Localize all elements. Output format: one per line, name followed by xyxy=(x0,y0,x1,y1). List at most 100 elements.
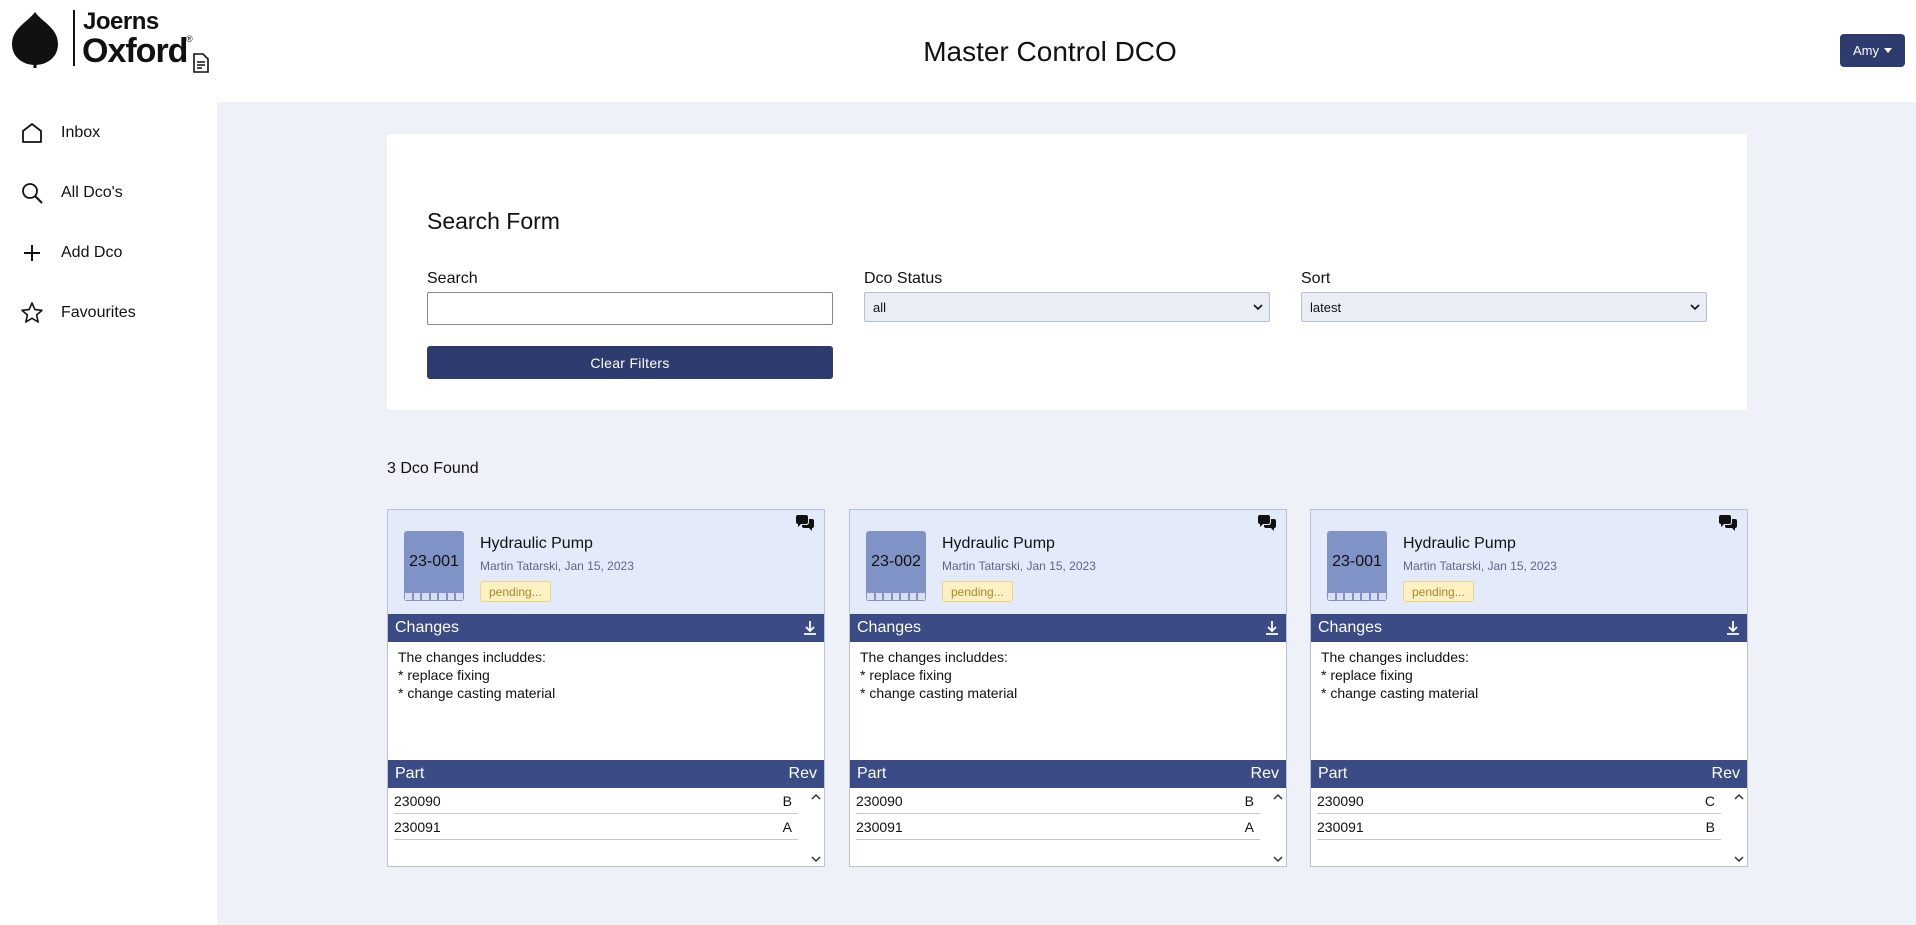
page-title: Master Control DCO xyxy=(923,36,1177,67)
changes-header: Changes xyxy=(388,614,824,642)
chevron-down-icon xyxy=(1253,304,1263,311)
status-badge: pending... xyxy=(480,581,551,602)
download-icon[interactable] xyxy=(1726,620,1740,636)
sidebar-item-label: Inbox xyxy=(61,124,101,141)
parts-scrollbar[interactable] xyxy=(808,788,824,866)
part-number: 230090 xyxy=(1317,792,1364,809)
search-form-card: Search Form Search Dco Status all Sort l… xyxy=(387,134,1747,410)
scroll-up-icon[interactable] xyxy=(1273,792,1283,802)
dco-card-header: 23-001 Hydraulic Pump Martin Tatarski, J… xyxy=(1311,510,1747,614)
user-menu-button[interactable]: Amy xyxy=(1840,34,1905,67)
scroll-down-icon[interactable] xyxy=(1734,854,1744,864)
part-number: 230090 xyxy=(394,792,441,809)
download-icon[interactable] xyxy=(803,620,817,636)
dco-card-header: 23-001 Hydraulic Pump Martin Tatarski, J… xyxy=(388,510,824,614)
dco-card[interactable]: 23-001 Hydraulic Pump Martin Tatarski, J… xyxy=(1310,509,1748,867)
parts-scrollbar[interactable] xyxy=(1270,788,1286,866)
sidebar-item-label: All Dco's xyxy=(61,184,123,201)
part-column-label: Part xyxy=(1318,765,1348,782)
scroll-down-icon[interactable] xyxy=(811,854,821,864)
search-icon xyxy=(22,183,43,204)
sort-label: Sort xyxy=(1301,270,1331,287)
sidebar-item-label: Add Dco xyxy=(61,244,123,261)
sidebar-item-inbox[interactable]: Inbox xyxy=(20,118,100,148)
sort-select-value: latest xyxy=(1310,299,1342,315)
changes-label: Changes xyxy=(1318,619,1383,636)
results-count: 3 Dco Found xyxy=(387,460,479,477)
changes-line: * change casting material xyxy=(1321,685,1479,701)
part-row: 230090 B xyxy=(394,788,798,814)
changes-label: Changes xyxy=(395,619,460,636)
parts-scrollbar[interactable] xyxy=(1731,788,1747,866)
rev-column-label: Rev xyxy=(788,765,817,782)
dco-author-date: Martin Tatarski, Jan 15, 2023 xyxy=(1403,559,1557,573)
dco-card[interactable]: 23-001 Hydraulic Pump Martin Tatarski, J… xyxy=(387,509,825,867)
changes-line: * change casting material xyxy=(860,685,1018,701)
search-label: Search xyxy=(427,270,478,287)
sidebar-item-favourites[interactable]: Favourites xyxy=(20,298,136,328)
badge-progress-strip xyxy=(1327,592,1387,601)
home-icon xyxy=(22,123,42,143)
dco-author-date: Martin Tatarski, Jan 15, 2023 xyxy=(942,559,1096,573)
part-row: 230090 C xyxy=(1317,788,1721,814)
dco-title: Hydraulic Pump xyxy=(1403,535,1516,552)
dco-card[interactable]: 23-002 Hydraulic Pump Martin Tatarski, J… xyxy=(849,509,1287,867)
changes-description: The changes includdes: * replace fixing … xyxy=(860,648,1017,702)
dco-number-badge: 23-001 xyxy=(404,531,464,601)
star-icon xyxy=(21,302,43,323)
part-number: 230091 xyxy=(856,818,903,835)
sort-select[interactable]: latest xyxy=(1301,292,1707,322)
badge-progress-strip xyxy=(866,592,926,601)
part-column-label: Part xyxy=(857,765,887,782)
part-rev: B xyxy=(782,792,792,809)
part-row: 230091 A xyxy=(856,814,1260,840)
app-header: Joerns Oxford ® Master Control DCO Amy xyxy=(0,0,1916,102)
changes-description: The changes includdes: * replace fixing … xyxy=(1321,648,1478,702)
comments-icon[interactable] xyxy=(1256,514,1278,534)
dco-title: Hydraulic Pump xyxy=(480,535,593,552)
part-rev: C xyxy=(1704,792,1715,809)
sidebar-item-label: Favourites xyxy=(61,304,136,321)
caret-down-icon xyxy=(1884,48,1892,53)
user-name: Amy xyxy=(1853,43,1879,58)
parts-header: Part Rev xyxy=(388,760,824,788)
scroll-up-icon[interactable] xyxy=(1734,792,1744,802)
sidebar: Inbox All Dco's Add Dco Favourites xyxy=(0,102,217,925)
part-row: 230091 A xyxy=(394,814,798,840)
rev-column-label: Rev xyxy=(1250,765,1279,782)
search-input[interactable] xyxy=(427,292,833,325)
download-icon[interactable] xyxy=(1265,620,1279,636)
badge-progress-strip xyxy=(404,592,464,601)
status-select[interactable]: all xyxy=(864,292,1270,322)
part-column-label: Part xyxy=(395,765,425,782)
dco-number-badge: 23-002 xyxy=(866,531,926,601)
changes-label: Changes xyxy=(857,619,922,636)
sidebar-item-add-dco[interactable]: Add Dco xyxy=(20,238,122,268)
dco-number-badge: 23-001 xyxy=(1327,531,1387,601)
comments-icon[interactable] xyxy=(1717,514,1739,534)
parts-list[interactable]: 230090 B 230091 A xyxy=(850,788,1286,866)
comments-icon[interactable] xyxy=(794,514,816,534)
changes-line: The changes includdes: xyxy=(1321,649,1469,665)
scroll-down-icon[interactable] xyxy=(1273,854,1283,864)
rev-column-label: Rev xyxy=(1711,765,1740,782)
changes-line: * replace fixing xyxy=(860,667,952,683)
status-select-value: all xyxy=(873,299,887,315)
part-number: 230091 xyxy=(1317,818,1364,835)
parts-list[interactable]: 230090 C 230091 B xyxy=(1311,788,1747,866)
part-row: 230090 B xyxy=(856,788,1260,814)
main-content: Search Form Search Dco Status all Sort l… xyxy=(217,102,1916,925)
sidebar-item-all-dcos[interactable]: All Dco's xyxy=(20,178,123,208)
changes-line: The changes includdes: xyxy=(398,649,546,665)
scroll-up-icon[interactable] xyxy=(811,792,821,802)
parts-header: Part Rev xyxy=(1311,760,1747,788)
dco-number: 23-001 xyxy=(409,553,459,570)
plus-icon xyxy=(24,245,40,261)
parts-list[interactable]: 230090 B 230091 A xyxy=(388,788,824,866)
clear-filters-button[interactable]: Clear Filters xyxy=(427,346,833,379)
part-rev: B xyxy=(1705,818,1715,835)
part-number: 230091 xyxy=(394,818,441,835)
part-row: 230091 B xyxy=(1317,814,1721,840)
part-rev: B xyxy=(1244,792,1254,809)
changes-line: * change casting material xyxy=(398,685,556,701)
